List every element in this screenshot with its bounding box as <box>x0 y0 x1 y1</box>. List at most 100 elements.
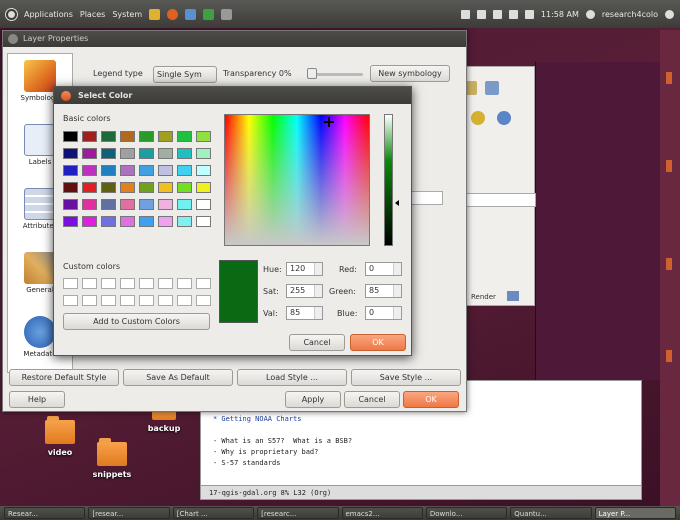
restore-default-style-button[interactable]: Restore Default Style <box>9 369 119 386</box>
basic-color-swatch[interactable] <box>120 216 135 227</box>
basic-color-swatch[interactable] <box>139 131 154 142</box>
desktop-icon-video[interactable]: video <box>30 416 90 457</box>
custom-color-swatch[interactable] <box>139 278 154 289</box>
chat-icon[interactable] <box>476 9 486 19</box>
bluetooth-icon[interactable] <box>492 9 502 19</box>
basic-color-swatch[interactable] <box>177 199 192 210</box>
launcher-icon[interactable] <box>185 8 197 20</box>
basic-color-swatch[interactable] <box>196 182 211 193</box>
basic-color-swatch[interactable] <box>139 148 154 159</box>
apply-button[interactable]: Apply <box>285 391 341 408</box>
taskbar-item[interactable]: [researc... <box>257 507 339 519</box>
add-to-custom-colors-button[interactable]: Add to Custom Colors <box>63 313 210 330</box>
menu-system[interactable]: System <box>112 10 142 19</box>
taskbar-item[interactable]: Quantu... <box>510 507 592 519</box>
basic-color-swatch[interactable] <box>120 131 135 142</box>
sat-spinbox[interactable]: 255 <box>286 284 323 298</box>
basic-color-swatch[interactable] <box>120 148 135 159</box>
select-color-titlebar[interactable]: Select Color <box>54 87 411 104</box>
clock[interactable]: 11:58 AM <box>541 10 579 19</box>
launcher-icon[interactable] <box>149 8 161 20</box>
custom-color-swatch[interactable] <box>158 278 173 289</box>
user-name[interactable]: research4colo <box>602 10 658 19</box>
basic-color-swatch[interactable] <box>82 148 97 159</box>
basic-color-swatch[interactable] <box>158 148 173 159</box>
basic-color-swatch[interactable] <box>82 216 97 227</box>
save-as-default-button[interactable]: Save As Default <box>123 369 233 386</box>
taskbar-item[interactable]: Layer P... <box>594 507 676 519</box>
legend-type-select[interactable]: Single Sym <box>153 66 217 83</box>
value-pointer-icon[interactable] <box>395 200 399 206</box>
basic-color-swatch[interactable] <box>139 199 154 210</box>
layer-properties-titlebar[interactable]: Layer Properties <box>3 31 466 47</box>
basic-color-swatch[interactable] <box>158 165 173 176</box>
save-style-button[interactable]: Save Style ... <box>351 369 461 386</box>
basic-color-swatch[interactable] <box>63 182 78 193</box>
firefox-icon[interactable] <box>167 8 179 20</box>
custom-color-swatch[interactable] <box>120 278 135 289</box>
taskbar-item[interactable]: Downlo... <box>425 507 508 519</box>
color-ok-button[interactable]: OK <box>350 334 406 351</box>
toolbar-icon[interactable] <box>485 81 499 95</box>
zoom-out-icon[interactable] <box>497 111 511 125</box>
custom-color-swatch[interactable] <box>101 295 116 306</box>
taskbar-item[interactable]: [resear... <box>88 507 170 519</box>
basic-color-swatch[interactable] <box>139 216 154 227</box>
green-spinbox[interactable]: 85 <box>365 284 402 298</box>
basic-color-swatch[interactable] <box>120 165 135 176</box>
basic-color-swatch[interactable] <box>177 216 192 227</box>
basic-color-swatch[interactable] <box>120 182 135 193</box>
custom-color-swatch[interactable] <box>120 295 135 306</box>
basic-color-swatch[interactable] <box>101 131 116 142</box>
zoom-icon[interactable] <box>471 111 485 125</box>
volume-icon[interactable] <box>508 9 518 19</box>
desktop-icon-snippets[interactable]: snippets <box>82 438 142 479</box>
custom-color-swatch[interactable] <box>139 295 154 306</box>
new-symbology-button[interactable]: New symbology <box>370 65 450 82</box>
close-icon[interactable] <box>8 34 18 44</box>
custom-color-swatch[interactable] <box>196 278 211 289</box>
basic-color-swatch[interactable] <box>196 131 211 142</box>
basic-color-swatch[interactable] <box>82 165 97 176</box>
red-spinbox[interactable]: 0 <box>365 262 402 276</box>
taskbar-item[interactable]: Resear... <box>4 507 86 519</box>
ubuntu-logo-icon[interactable] <box>6 8 17 20</box>
custom-color-swatch[interactable] <box>177 278 192 289</box>
help-button[interactable]: Help <box>9 391 65 408</box>
basic-color-swatch[interactable] <box>101 182 116 193</box>
basic-color-swatch[interactable] <box>101 199 116 210</box>
basic-color-swatch[interactable] <box>63 131 78 142</box>
custom-color-swatch[interactable] <box>196 295 211 306</box>
basic-color-swatch[interactable] <box>101 148 116 159</box>
basic-color-swatch[interactable] <box>63 148 78 159</box>
basic-color-swatch[interactable] <box>101 165 116 176</box>
basic-color-swatch[interactable] <box>63 199 78 210</box>
basic-color-swatch[interactable] <box>158 182 173 193</box>
menu-applications[interactable]: Applications <box>24 10 73 19</box>
basic-color-swatch[interactable] <box>158 216 173 227</box>
basic-color-swatch[interactable] <box>196 148 211 159</box>
basic-color-swatch[interactable] <box>196 165 211 176</box>
basic-color-swatch[interactable] <box>177 165 192 176</box>
basic-color-swatch[interactable] <box>63 165 78 176</box>
launcher-icon[interactable] <box>203 8 215 20</box>
basic-color-swatch[interactable] <box>120 199 135 210</box>
render-icon[interactable] <box>507 291 519 301</box>
custom-color-swatch[interactable] <box>63 295 78 306</box>
ok-button[interactable]: OK <box>403 391 459 408</box>
basic-color-swatch[interactable] <box>82 199 97 210</box>
basic-color-swatch[interactable] <box>158 199 173 210</box>
basic-color-swatch[interactable] <box>82 182 97 193</box>
color-spectrum[interactable] <box>224 114 370 246</box>
taskbar-item[interactable]: [Chart ... <box>172 507 255 519</box>
basic-color-swatch[interactable] <box>139 165 154 176</box>
basic-color-swatch[interactable] <box>63 216 78 227</box>
custom-color-swatch[interactable] <box>101 278 116 289</box>
val-spinbox[interactable]: 85 <box>286 306 323 320</box>
basic-color-swatch[interactable] <box>177 148 192 159</box>
basic-color-swatch[interactable] <box>196 216 211 227</box>
basic-color-swatch[interactable] <box>177 131 192 142</box>
terminal-icon[interactable] <box>221 8 233 20</box>
custom-color-swatch[interactable] <box>158 295 173 306</box>
custom-color-swatch[interactable] <box>177 295 192 306</box>
